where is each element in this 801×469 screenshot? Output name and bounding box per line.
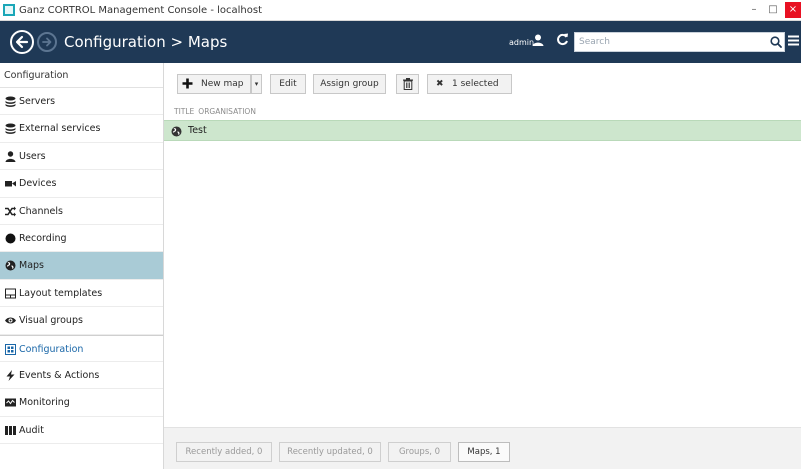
globe-icon [5,260,16,271]
new-map-dropdown-button[interactable]: ▾ [251,74,262,94]
external-services-icon [5,123,16,135]
sidebar: Configuration Servers External services … [0,63,164,469]
main-panel: New map ▾ Edit Assign group ✖ 1 selected… [164,63,801,469]
minimize-button[interactable]: – [747,2,761,18]
sidebar-item-maps[interactable]: Maps [0,252,163,280]
sidebar-item-external-services[interactable]: External services [0,115,163,143]
sidebar-item-users[interactable]: Users [0,143,163,171]
sidebar-item-label: Audit [19,424,44,436]
column-header-organisation[interactable]: ORGANISATION [198,107,256,116]
camera-icon [5,181,16,187]
sidebar-item-label: Users [19,150,46,162]
record-icon [5,233,16,244]
app-icon [3,4,15,16]
edit-button[interactable]: Edit [270,74,306,94]
sidebar-item-servers[interactable]: Servers [0,88,163,116]
monitoring-icon [5,398,16,407]
sidebar-item-label: Devices [19,178,57,190]
globe-icon [171,126,182,137]
arrow-left-icon [15,35,29,49]
sidebar-header: Configuration [0,63,163,88]
back-button[interactable] [10,30,34,54]
maximize-button[interactable]: □ [766,2,780,18]
filter-bar: Recently added, 0 Recently updated, 0 Gr… [164,427,801,469]
search-icon[interactable] [770,36,782,48]
delete-button[interactable] [396,74,419,94]
forward-button[interactable] [37,32,57,52]
sidebar-section-audit[interactable]: Audit [0,417,163,445]
page-title: Configuration > Maps [64,33,228,51]
row-title: Test [188,125,207,136]
table-header: TITLE ORGANISATION [174,107,260,116]
sidebar-item-label: Recording [19,232,67,244]
menu-icon[interactable] [788,35,799,46]
sidebar-section-events-actions[interactable]: Events & Actions [0,362,163,390]
shuffle-icon [5,206,16,217]
sidebar-section-monitoring[interactable]: Monitoring [0,389,163,417]
user-icon[interactable] [532,34,544,46]
refresh-icon[interactable] [556,33,569,46]
table-row[interactable]: Test [164,120,801,141]
sidebar-item-visual-groups[interactable]: Visual groups [0,307,163,335]
window-title: Ganz CORTROL Management Console - localh… [19,5,262,16]
user-name[interactable]: admin [509,38,534,47]
recently-added-filter[interactable]: Recently added, 0 [176,442,272,462]
sidebar-item-label: External services [19,123,101,135]
close-button[interactable]: × [785,2,801,18]
configuration-icon [5,343,16,355]
sidebar-item-label: Servers [19,96,56,107]
selection-count: 1 selected [452,79,499,89]
layout-icon [5,288,16,299]
new-map-label: New map [201,79,244,89]
new-map-button[interactable]: New map [177,74,251,94]
lightning-icon [6,369,15,381]
sidebar-item-layout-templates[interactable]: Layout templates [0,280,163,308]
user-icon [5,151,16,162]
sidebar-item-devices[interactable]: Devices [0,170,163,198]
app-header: Configuration > Maps admin [0,21,801,63]
sidebar-section-configuration[interactable]: Configuration [0,334,163,362]
sidebar-item-label: Maps [19,260,44,272]
plus-icon [182,78,193,89]
column-header-title[interactable]: TITLE [174,107,194,116]
assign-group-button[interactable]: Assign group [313,74,386,94]
eye-icon [5,317,16,324]
search-input[interactable] [575,33,765,51]
sidebar-item-recording[interactable]: Recording [0,225,163,253]
window-titlebar: Ganz CORTROL Management Console - localh… [0,0,801,21]
sidebar-item-channels[interactable]: Channels [0,198,163,225]
arrow-right-icon [42,37,52,47]
sidebar-item-label: Channels [19,205,63,217]
sidebar-item-label: Layout templates [19,287,103,299]
search-field[interactable] [574,32,785,52]
clear-selection-button[interactable]: ✖ 1 selected [427,74,512,94]
sidebar-item-label: Configuration [19,343,84,355]
close-icon: ✖ [436,79,444,89]
sidebar-item-label: Visual groups [19,315,83,327]
recently-updated-filter[interactable]: Recently updated, 0 [279,442,381,462]
sidebar-item-label: Events & Actions [19,369,100,381]
audit-icon [5,425,16,435]
servers-icon [5,96,16,107]
trash-icon [403,78,413,90]
sidebar-item-label: Monitoring [19,397,70,409]
groups-filter[interactable]: Groups, 0 [388,442,451,462]
maps-filter[interactable]: Maps, 1 [458,442,510,462]
